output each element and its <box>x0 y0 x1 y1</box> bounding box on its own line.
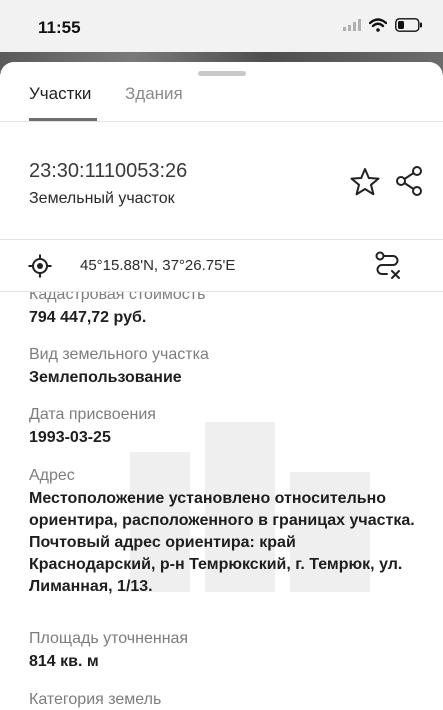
detail-label: Адрес <box>29 467 75 484</box>
detail-land-category: Категория земель <box>29 690 419 710</box>
coordinates-text[interactable]: 45°15.88'N, 37°26.75'E <box>80 257 235 274</box>
status-icons <box>343 18 423 32</box>
detail-land-kind: Вид земельного участка Землепользование <box>29 345 419 389</box>
share-icon[interactable] <box>395 165 423 197</box>
detail-area-specified: Площадь уточненная 814 кв. м <box>29 629 419 673</box>
detail-label: Вид земельного участка <box>29 346 209 363</box>
tab-bar: Участки Здания <box>0 76 443 122</box>
tab-buildings[interactable]: Здания <box>125 84 183 118</box>
detail-label: Площадь уточненная <box>29 630 189 647</box>
detail-address: Адрес Местоположение установлено относит… <box>29 466 419 598</box>
tab-parcels[interactable]: Участки <box>29 84 91 118</box>
detail-assignment-date: Дата присвоения 1993-03-25 <box>29 405 419 449</box>
detail-label: Дата присвоения <box>29 406 156 423</box>
detail-value: 814 кв. м <box>29 653 99 670</box>
route-clear-icon[interactable] <box>373 251 403 281</box>
parcel-info-sheet: Участки Здания 23:30:1110053:26 Земельны… <box>0 62 443 710</box>
detail-value: 1993-03-25 <box>29 429 111 446</box>
detail-value: 794 447,72 руб. <box>29 309 147 326</box>
detail-cadastral-value: Кадастровая стоимость 794 447,72 руб. <box>29 292 419 329</box>
active-tab-indicator <box>29 118 97 121</box>
parcel-details[interactable]: Кадастровая стоимость 794 447,72 руб. Ви… <box>0 292 443 710</box>
detail-value: Землепользование <box>29 369 182 386</box>
detail-label: Кадастровая стоимость <box>29 292 206 303</box>
star-icon[interactable] <box>349 167 381 197</box>
locate-icon[interactable] <box>28 254 52 278</box>
coordinates-row: 45°15.88'N, 37°26.75'E <box>0 240 443 292</box>
cellular-signal-icon <box>343 19 361 31</box>
status-time: 11:55 <box>38 18 81 37</box>
cadastral-number: 23:30:1110053:26 <box>29 160 188 182</box>
parcel-type: Земельный участок <box>29 190 175 207</box>
battery-icon <box>395 18 422 32</box>
detail-label: Категория земель <box>29 691 162 708</box>
wifi-icon <box>369 18 387 32</box>
parcel-header: 23:30:1110053:26 Земельный участок <box>0 122 443 240</box>
detail-value: Местоположение установлено относительно … <box>29 490 415 595</box>
status-bar: 11:55 <box>0 0 443 52</box>
